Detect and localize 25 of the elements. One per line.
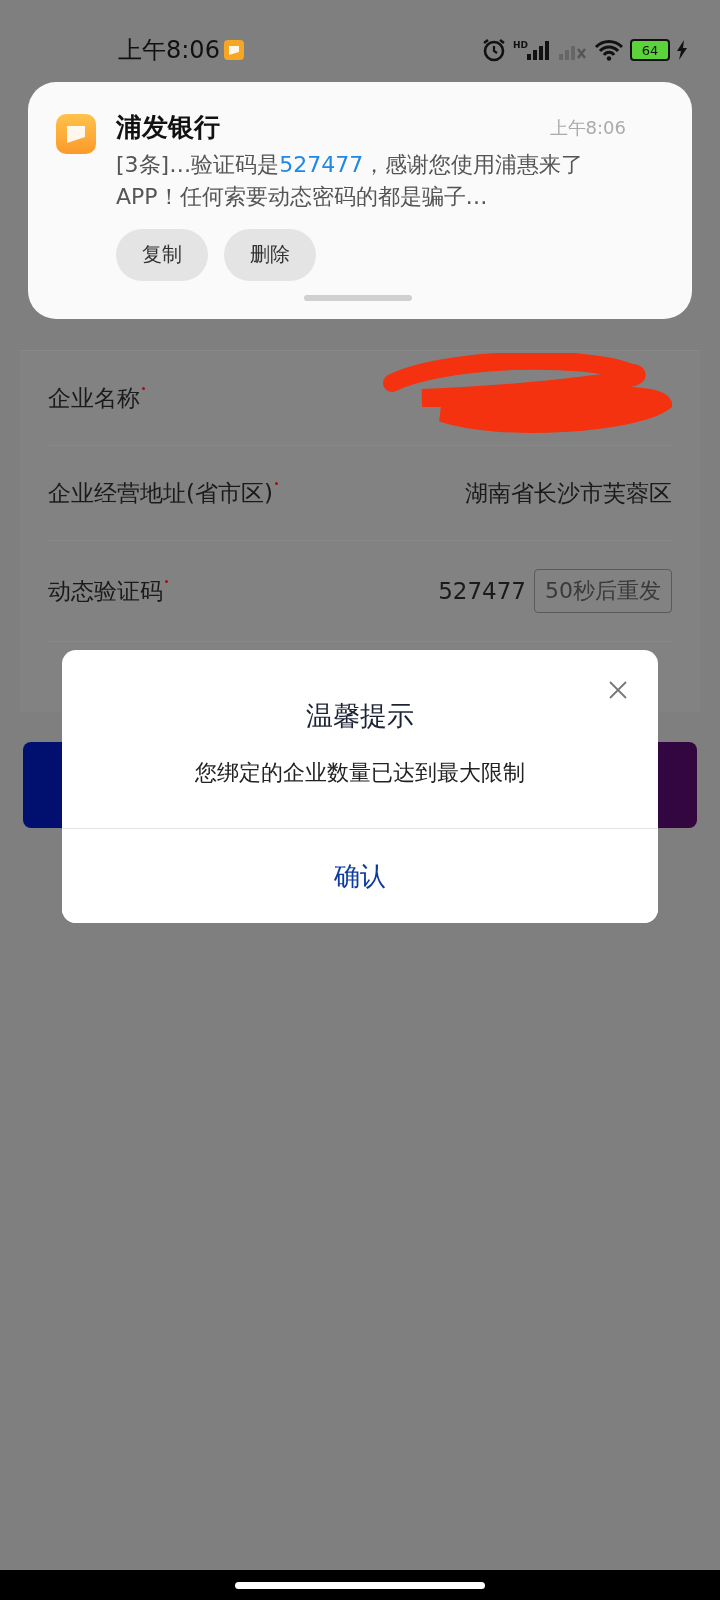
field-value: 527477 (438, 578, 526, 604)
app-name: 浦发银行 (116, 111, 220, 144)
status-time: 上午8:06 (118, 35, 220, 66)
app-icon (56, 114, 96, 154)
close-icon[interactable] (608, 680, 628, 700)
action-button[interactable]: 复制 (116, 228, 208, 281)
alarm-icon (481, 37, 507, 63)
field-label: 企业名称 (48, 383, 140, 413)
field-label: 企业经营地址(省市区) (48, 478, 273, 508)
battery-icon: 64 (630, 39, 670, 61)
signal-icon (526, 40, 552, 60)
drag-handle[interactable] (304, 295, 412, 301)
field-value: 湖南省长沙市芙蓉区 (465, 478, 672, 508)
notification-time: 上午8:06 (549, 115, 626, 140)
action-button[interactable]: 删除 (224, 228, 316, 281)
confirm-button[interactable]: 确认 (62, 828, 658, 923)
dialog-title: 温馨提示 (306, 699, 414, 733)
notification-card[interactable]: 浦发银行 上午8:06 [3条]…验证码是527477，感谢您使用浦惠来了APP！任何索要动态密码的都是骗子… 复制 删除 (28, 82, 692, 319)
field-label: 动态验证码 (48, 576, 163, 606)
notification-message: [3条]…验证码是527477，感谢您使用浦惠来了APP！任何索要动态密码的都是骗子… (116, 151, 585, 211)
wifi-icon (594, 39, 624, 61)
app-notification-icon (223, 40, 244, 60)
network-label: HD (513, 40, 528, 50)
dialog-message: 您绑定的企业数量已达到最大限制 (195, 759, 525, 787)
home-indicator[interactable] (235, 1581, 485, 1589)
